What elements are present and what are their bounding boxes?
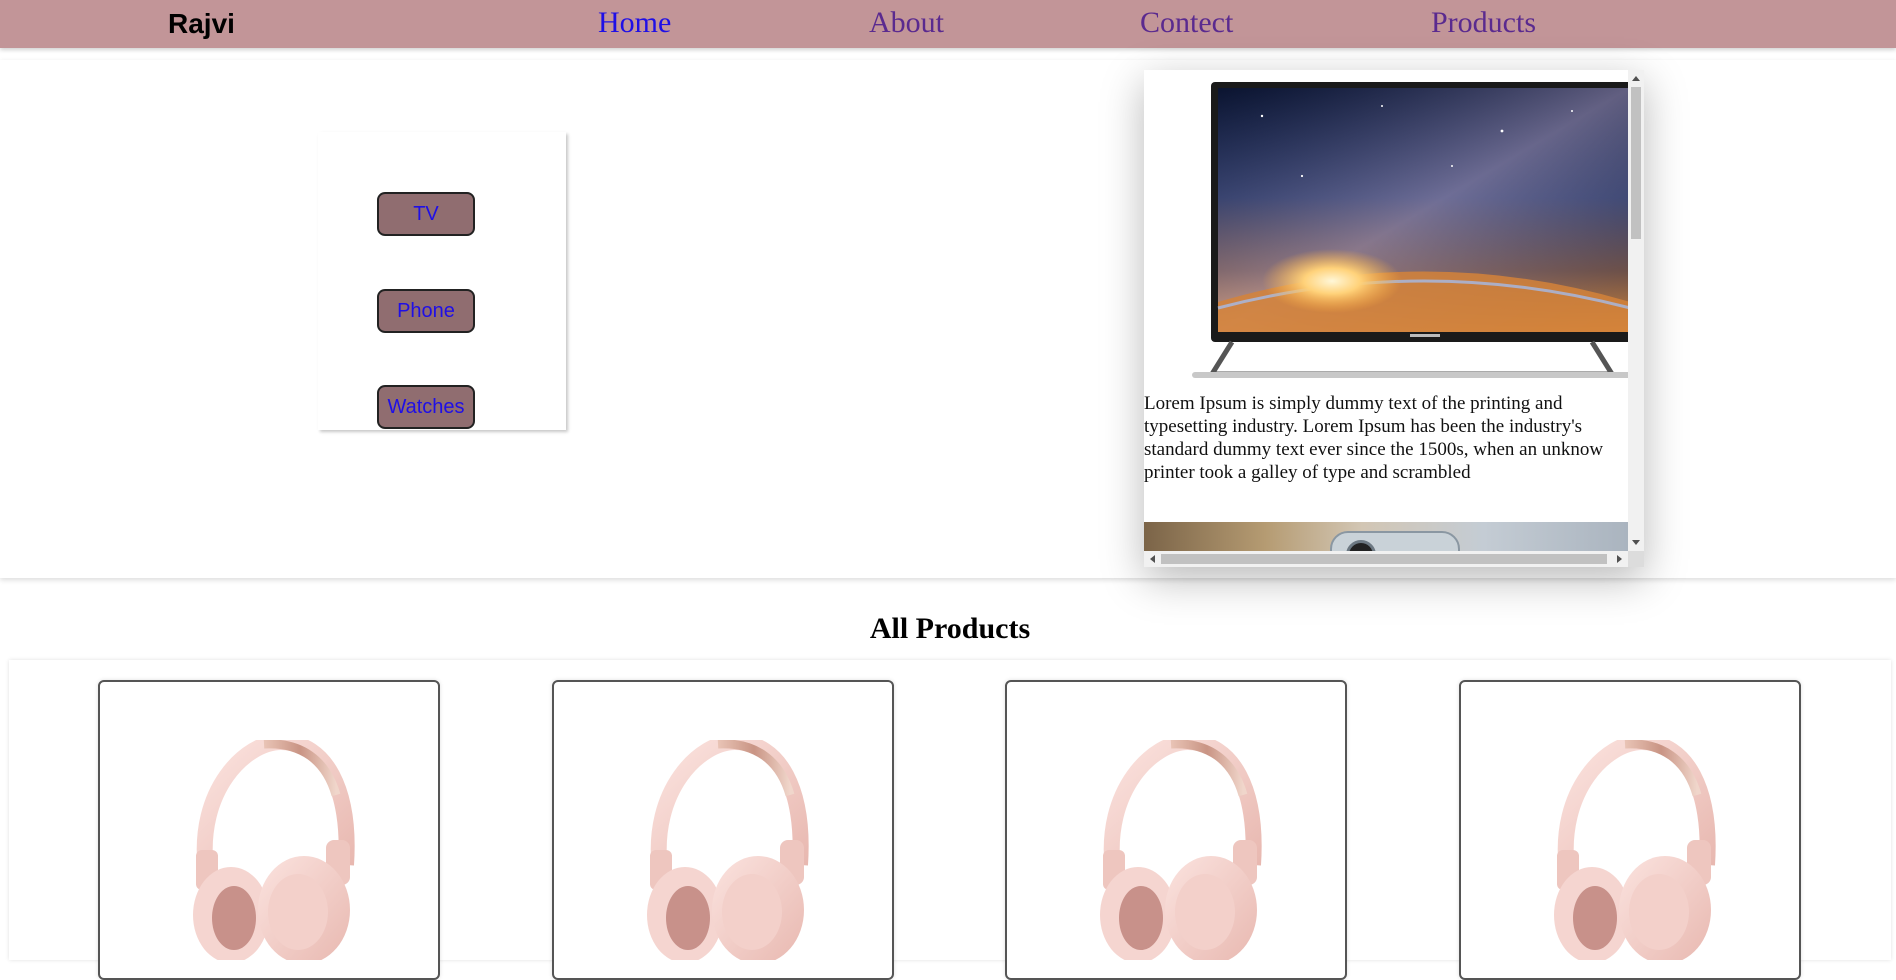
preview-scroll-area[interactable]: Lorem Ipsum is simply dummy text of the … — [1144, 70, 1628, 551]
hero-section: TV Phone Watches Lorem Ipsum is simply d… — [0, 60, 1896, 578]
category-button-phone[interactable]: Phone — [377, 289, 475, 333]
phone-camera-bump — [1330, 531, 1460, 551]
phone-product-image — [1144, 522, 1628, 551]
vertical-scrollbar[interactable] — [1628, 70, 1644, 551]
description-line: Lorem Ipsum is simply dummy text of the … — [1144, 393, 1563, 414]
all-products-heading: All Products — [869, 612, 1031, 645]
headphones-product-image — [1093, 740, 1263, 960]
phone-lens — [1346, 540, 1376, 551]
product-card[interactable] — [1459, 680, 1801, 980]
description-line: typesetting industry. Lorem Ipsum has be… — [1144, 416, 1583, 437]
scroll-down-arrow-icon[interactable] — [1632, 540, 1640, 545]
horizontal-scroll-thumb[interactable] — [1161, 554, 1607, 564]
preview-description: Lorem Ipsum is simply dummy text of the … — [1144, 392, 1628, 484]
scroll-right-arrow-icon[interactable] — [1617, 555, 1622, 563]
product-card[interactable] — [1005, 680, 1347, 980]
headphones-product-image — [186, 740, 356, 960]
vertical-scroll-thumb[interactable] — [1631, 87, 1641, 239]
category-button-tv[interactable]: TV — [377, 192, 475, 236]
headphones-product-image — [1547, 740, 1717, 960]
description-line: printer took a galley of type and scramb… — [1144, 462, 1471, 483]
product-card[interactable] — [98, 680, 440, 980]
nav-link-products[interactable]: Products — [1431, 6, 1536, 40]
category-button-watches[interactable]: Watches — [377, 385, 475, 429]
horizontal-scrollbar[interactable] — [1144, 551, 1628, 567]
nav-link-contect[interactable]: Contect — [1140, 6, 1233, 40]
tv-product-image — [1192, 82, 1628, 378]
navbar: Rajvi Home About Contect Products — [0, 0, 1896, 48]
brand-logo[interactable]: Rajvi — [168, 8, 235, 40]
scroll-left-arrow-icon[interactable] — [1150, 555, 1155, 563]
nav-link-about[interactable]: About — [869, 6, 944, 40]
description-line: standard dummy text ever since the 1500s… — [1144, 439, 1604, 460]
products-grid — [9, 660, 1891, 980]
product-card[interactable] — [552, 680, 894, 980]
scrollbar-corner — [1628, 551, 1644, 567]
nav-link-home[interactable]: Home — [598, 6, 671, 40]
scroll-up-arrow-icon[interactable] — [1632, 76, 1640, 81]
product-preview-panel[interactable]: Lorem Ipsum is simply dummy text of the … — [1144, 70, 1644, 567]
category-panel: TV Phone Watches — [318, 132, 566, 430]
headphones-product-image — [640, 740, 810, 960]
